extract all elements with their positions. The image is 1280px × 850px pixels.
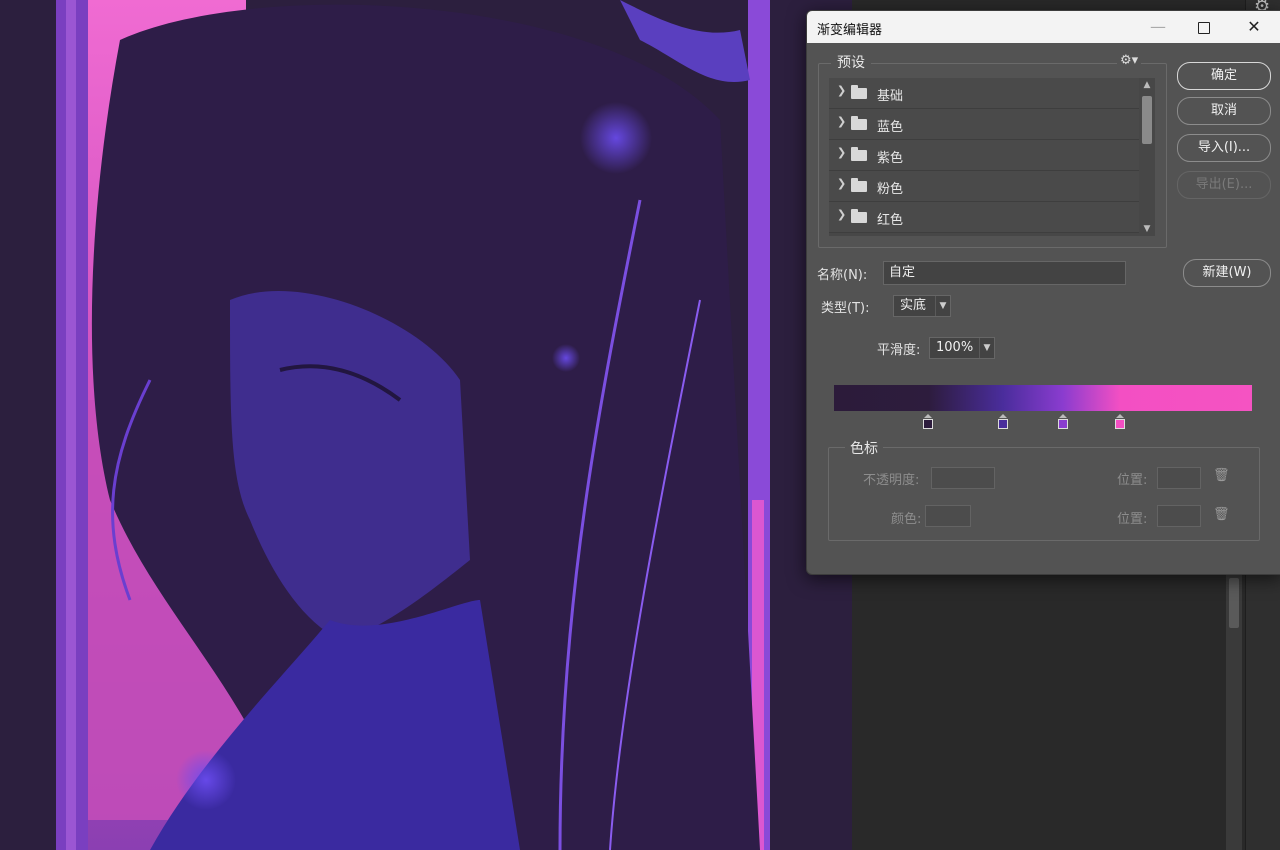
smoothness-label: 平滑度: [877,343,921,358]
preset-folder-label: 粉色 [877,182,904,197]
gradient-color-stop[interactable] [997,414,1008,430]
stop-pointer-icon [1115,414,1124,418]
smoothness-input[interactable]: 100% ▼ [929,337,995,359]
maximize-button[interactable] [1181,11,1227,43]
stop-pointer-icon [998,414,1007,418]
chevron-down-icon[interactable]: ▼ [935,296,950,316]
folder-icon [851,116,867,130]
smoothness-value: 100% [936,340,974,355]
document-canvas[interactable] [0,0,852,850]
type-select[interactable]: 实底 ▼ [893,295,951,317]
folder-icon [851,178,867,192]
gradient-color-stop[interactable] [1057,414,1068,430]
chevron-right-icon[interactable]: ❯ [837,115,846,128]
scroll-up-icon[interactable]: ▲ [1139,80,1155,90]
chevron-right-icon[interactable]: ❯ [837,177,846,190]
stop-pointer-icon [924,414,933,418]
stop-color-swatch [1114,419,1125,429]
gradient-color-stop[interactable] [923,414,934,430]
delete-opacity-stop-icon[interactable]: 🗑 [1213,468,1230,483]
color-label: 颜色: [891,512,922,527]
close-button[interactable]: ✕ [1231,11,1277,43]
preset-folder-blue[interactable]: ❯ 蓝色 [829,109,1155,140]
name-label: 名称(N): [817,268,868,283]
opacity-label: 不透明度: [863,473,920,488]
opacity-input[interactable] [931,467,995,489]
color-position-input[interactable] [1157,505,1201,527]
artwork-image [0,0,852,850]
gradient-editor-dialog: 渐变编辑器 — ✕ 预设 ⚙▾ ❯ 基础 ❯ 蓝色 ❯ 紫色 ❯ 粉色 ❯ 红色… [806,10,1280,575]
type-select-value: 实底 [900,298,927,313]
preset-folder-label: 紫色 [877,151,904,166]
panel-scrollbar[interactable] [1226,574,1242,850]
opacity-position-label: 位置: [1117,473,1148,488]
gradient-preview-bar[interactable] [834,385,1252,411]
folder-icon [851,209,867,223]
stop-color-swatch [1057,419,1068,429]
type-label: 类型(T): [821,301,870,316]
color-stops-label: 色标 [845,438,883,458]
cancel-button[interactable]: 取消 [1177,97,1271,125]
folder-icon [851,85,867,99]
scrollbar-thumb[interactable] [1229,578,1239,628]
preset-folder-pink[interactable]: ❯ 粉色 [829,171,1155,202]
chevron-down-icon[interactable]: ▼ [979,338,994,358]
presets-list[interactable]: ❯ 基础 ❯ 蓝色 ❯ 紫色 ❯ 粉色 ❯ 红色 [829,78,1155,236]
presets-scrollbar[interactable]: ▲ ▼ [1139,78,1155,236]
maximize-icon [1198,21,1210,34]
stop-color-swatch [997,419,1008,429]
presets-gear-icon[interactable]: ⚙▾ [1117,53,1142,68]
preset-folder-label: 蓝色 [877,120,904,135]
gradient-color-stop[interactable] [1114,414,1125,430]
ok-button[interactable]: 确定 [1177,62,1271,90]
preset-folder-label: 红色 [877,213,904,228]
preset-folder-label: 基础 [877,89,904,104]
presets-label: 预设 [831,52,871,72]
stop-pointer-icon [1058,414,1067,418]
delete-color-stop-icon[interactable]: 🗑 [1213,507,1230,522]
chevron-right-icon[interactable]: ❯ [837,208,846,221]
import-button[interactable]: 导入(I)... [1177,134,1271,162]
scroll-down-icon[interactable]: ▼ [1139,224,1155,234]
minimize-button[interactable]: — [1135,11,1181,43]
dialog-title: 渐变编辑器 [817,23,883,38]
stop-color-swatch [923,419,934,429]
scrollbar-thumb[interactable] [1142,96,1152,144]
chevron-right-icon[interactable]: ❯ [837,146,846,159]
export-button[interactable]: 导出(E)... [1177,171,1271,199]
opacity-position-input[interactable] [1157,467,1201,489]
new-button[interactable]: 新建(W) [1183,259,1271,287]
preset-folder-red[interactable]: ❯ 红色 [829,202,1155,233]
color-position-label: 位置: [1117,512,1148,527]
name-input[interactable]: 自定 [883,261,1126,285]
dialog-titlebar[interactable]: 渐变编辑器 — ✕ [807,11,1280,43]
chevron-right-icon[interactable]: ❯ [837,84,846,97]
folder-icon [851,147,867,161]
color-swatch[interactable] [925,505,971,527]
preset-folder-basic[interactable]: ❯ 基础 [829,78,1155,109]
preset-folder-purple[interactable]: ❯ 紫色 [829,140,1155,171]
